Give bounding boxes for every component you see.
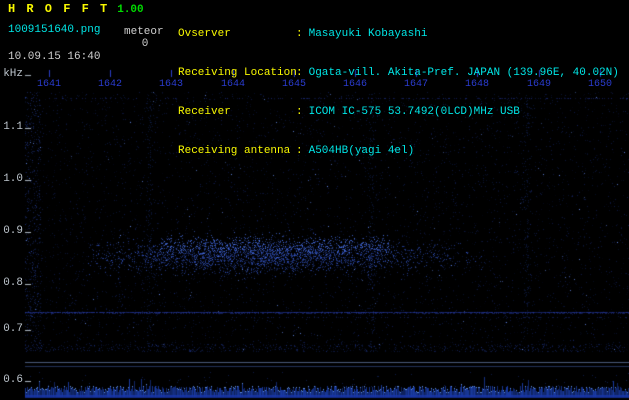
station-info-row-location: Receiving Location: Ogata-vill. Akita-Pre… bbox=[178, 67, 619, 80]
separator: : bbox=[296, 28, 303, 40]
station-info-row-antenna: Receiving antenna: A504HB(yagi 4el) bbox=[178, 145, 619, 158]
observer-label: Ovserver bbox=[178, 28, 231, 40]
timestamp: 10.09.15 16:40 bbox=[8, 51, 101, 63]
antenna-label: Receiving antenna bbox=[178, 145, 291, 157]
station-info-row-observer: Ovserver: Masayuki Kobayashi bbox=[178, 28, 619, 41]
separator: : bbox=[296, 67, 303, 79]
receiver-label: Receiver bbox=[178, 106, 231, 118]
station-info: Ovserver: Masayuki Kobayashi Receiving Lo… bbox=[178, 2, 619, 184]
output-filename: 1009151640.png bbox=[8, 24, 101, 36]
meteor-counter-label: meteor bbox=[124, 26, 164, 38]
app-version: 1.00 bbox=[117, 4, 144, 16]
meteor-counter-value: 0 bbox=[141, 38, 149, 50]
station-info-row-receiver: Receiver: ICOM IC-575 53.7492(0LCD)MHz US… bbox=[178, 106, 619, 119]
app-title-bar: H R O F F T 1.00 bbox=[8, 2, 144, 16]
separator: : bbox=[296, 145, 303, 157]
separator: : bbox=[296, 106, 303, 118]
location-label: Receiving Location bbox=[178, 67, 297, 79]
receiver-value: ICOM IC-575 53.7492(0LCD)MHz USB bbox=[308, 106, 520, 118]
hrofft-window: H R O F F T 1.00 1009151640.png meteor 0 … bbox=[0, 0, 629, 400]
location-value: Ogata-vill. Akita-Pref. JAPAN (139.96E, … bbox=[308, 67, 619, 79]
app-name: H R O F F T bbox=[8, 2, 110, 16]
antenna-value: A504HB(yagi 4el) bbox=[308, 145, 415, 157]
observer-value: Masayuki Kobayashi bbox=[308, 28, 428, 40]
